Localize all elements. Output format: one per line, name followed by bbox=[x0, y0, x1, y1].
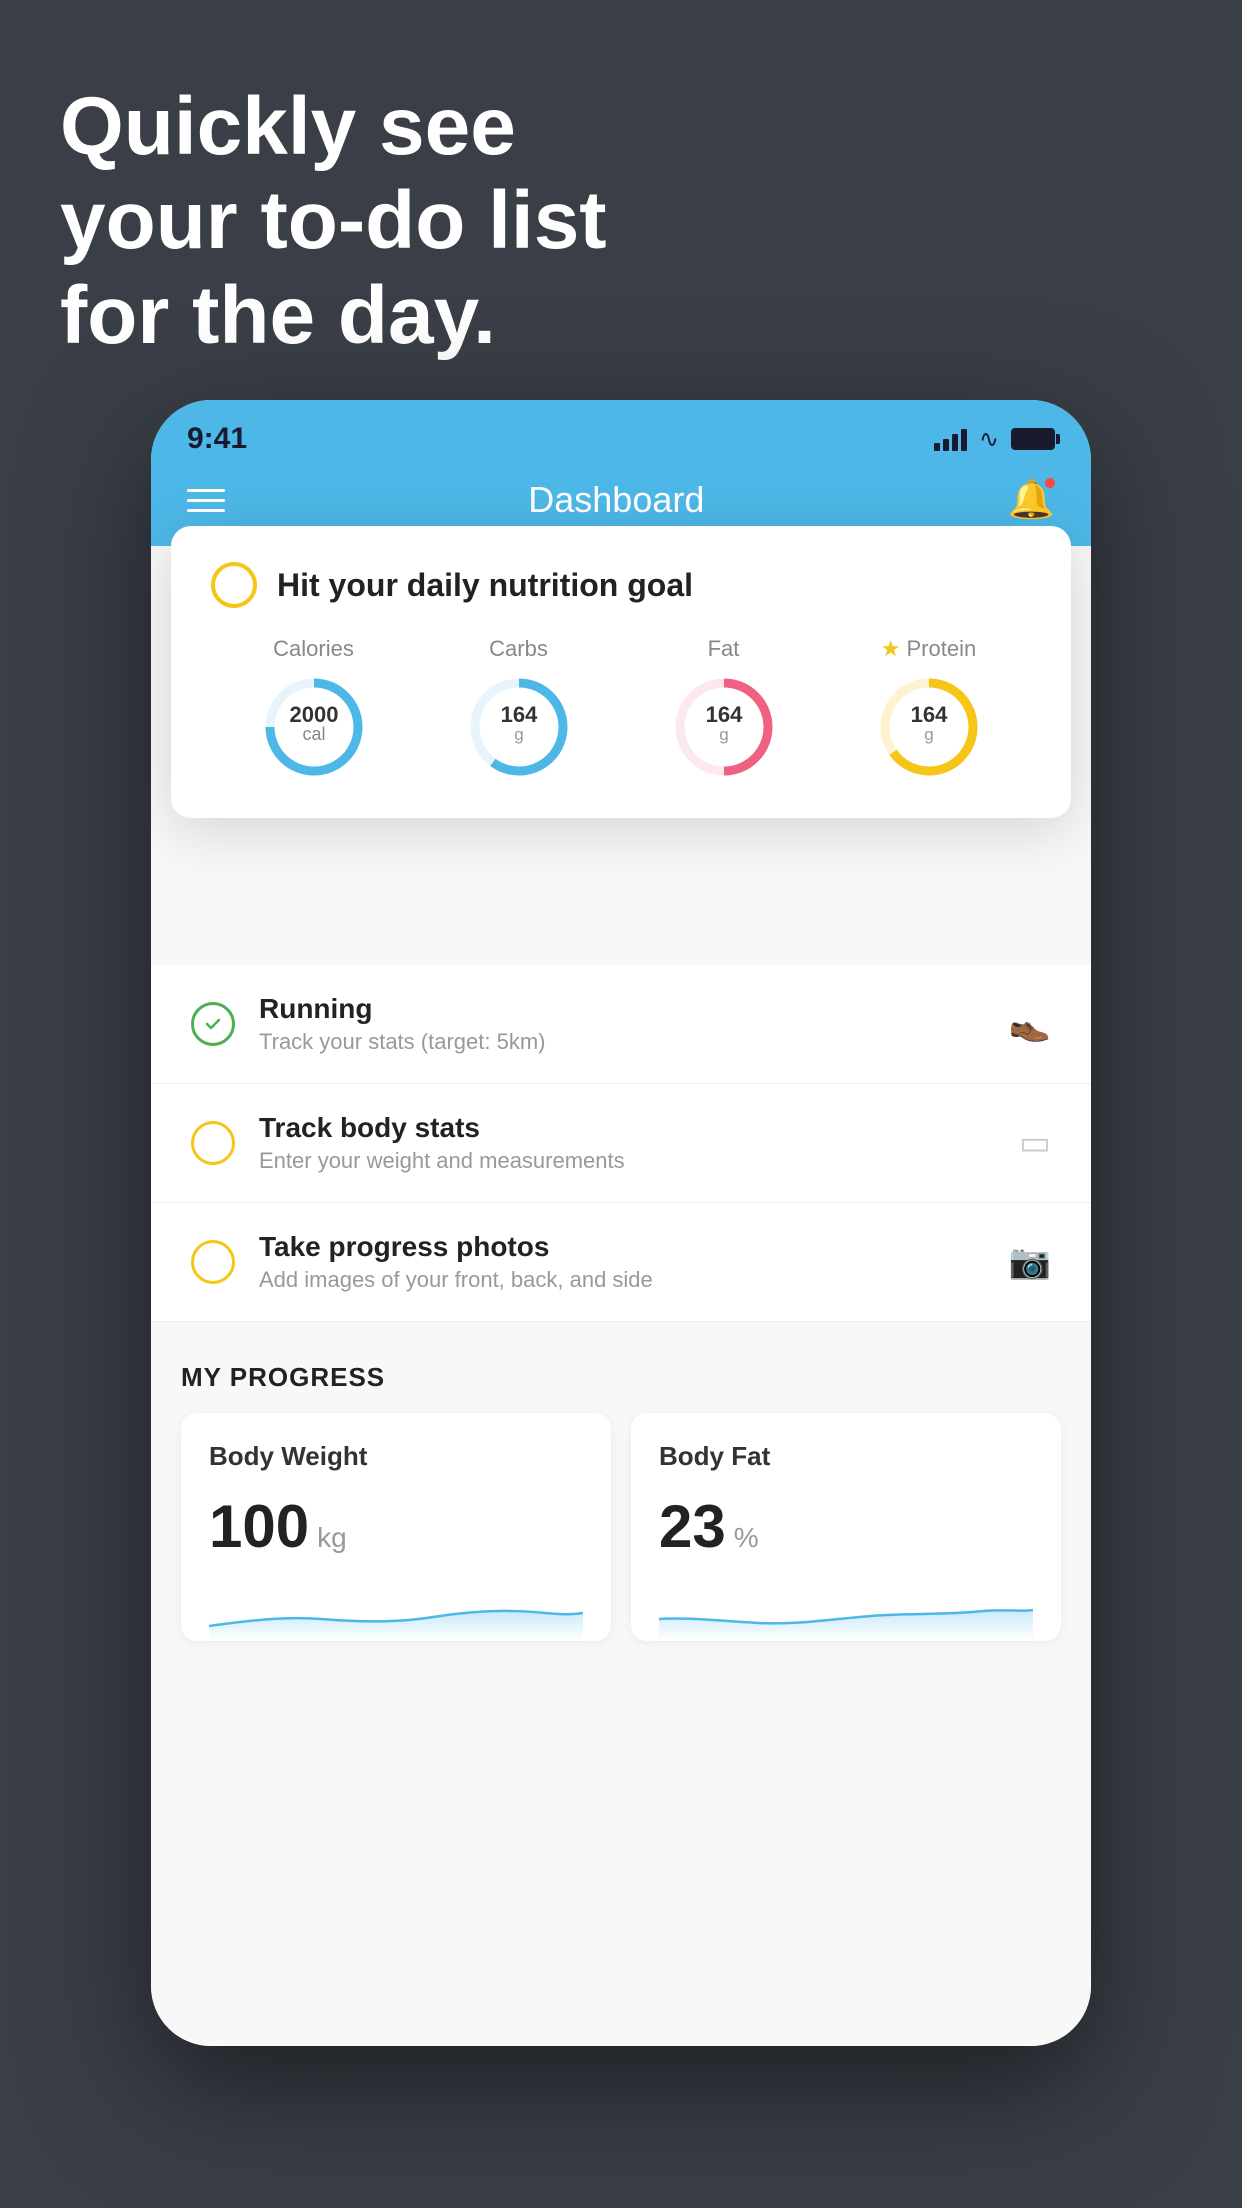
photo-icon: 📷 bbox=[1009, 1242, 1051, 1282]
body-stats-text-group: Track body stats Enter your weight and m… bbox=[259, 1112, 995, 1174]
calories-circle: 2000 cal bbox=[259, 672, 369, 782]
nutrition-calories: Calories 2000 cal bbox=[259, 636, 369, 782]
hero-line2: your to-do list bbox=[60, 174, 607, 268]
shoe-icon: 👞 bbox=[1009, 1004, 1051, 1044]
todo-list: Running Track your stats (target: 5km) 👞… bbox=[151, 965, 1091, 1322]
body-weight-value: 100 bbox=[209, 1492, 309, 1561]
progress-photos-title: Take progress photos bbox=[259, 1231, 985, 1263]
notification-bell[interactable]: 🔔 bbox=[1008, 478, 1055, 522]
status-icons: ∿ bbox=[934, 425, 1055, 454]
body-stats-check bbox=[191, 1121, 235, 1165]
check-mark-icon bbox=[203, 1014, 223, 1034]
svg-text:g: g bbox=[514, 725, 523, 744]
progress-section: MY PROGRESS Body Weight 100 kg bbox=[151, 1322, 1091, 1671]
carbs-label: Carbs bbox=[489, 636, 548, 662]
body-fat-unit: % bbox=[734, 1522, 759, 1554]
fat-label: Fat bbox=[708, 636, 740, 662]
body-fat-value-row: 23 % bbox=[659, 1492, 1033, 1561]
phone-screen: 9:41 ∿ Dashboard 🔔 bbox=[151, 400, 1091, 2046]
nutrition-fat: Fat 164 g bbox=[669, 636, 779, 782]
body-stats-subtitle: Enter your weight and measurements bbox=[259, 1148, 995, 1174]
body-fat-title: Body Fat bbox=[659, 1441, 1033, 1472]
signal-icon bbox=[934, 427, 967, 451]
svg-text:g: g bbox=[924, 725, 933, 744]
running-subtitle: Track your stats (target: 5km) bbox=[259, 1029, 985, 1055]
progress-photos-subtitle: Add images of your front, back, and side bbox=[259, 1267, 985, 1293]
body-fat-chart bbox=[659, 1581, 1033, 1641]
status-time: 9:41 bbox=[187, 422, 247, 456]
svg-text:164: 164 bbox=[705, 702, 742, 727]
nutrition-card: Hit your daily nutrition goal Calories 2… bbox=[171, 526, 1071, 818]
body-weight-card: Body Weight 100 kg bbox=[181, 1413, 611, 1641]
todo-item-running[interactable]: Running Track your stats (target: 5km) 👞 bbox=[151, 965, 1091, 1084]
todo-item-body-stats[interactable]: Track body stats Enter your weight and m… bbox=[151, 1084, 1091, 1203]
protein-label: ★ Protein bbox=[881, 636, 976, 662]
running-check bbox=[191, 1002, 235, 1046]
content-area: THINGS TO DO TODAY Hit your daily nutrit… bbox=[151, 546, 1091, 2046]
wifi-icon: ∿ bbox=[979, 425, 999, 454]
todo-item-progress-photos[interactable]: Take progress photos Add images of your … bbox=[151, 1203, 1091, 1322]
running-text-group: Running Track your stats (target: 5km) bbox=[259, 993, 985, 1055]
svg-text:164: 164 bbox=[500, 702, 537, 727]
header-title: Dashboard bbox=[528, 479, 704, 521]
nutrition-protein: ★ Protein 164 g bbox=[874, 636, 984, 782]
calories-label: Calories bbox=[273, 636, 354, 662]
body-fat-value: 23 bbox=[659, 1492, 726, 1561]
svg-text:g: g bbox=[719, 725, 728, 744]
running-title: Running bbox=[259, 993, 985, 1025]
body-weight-chart bbox=[209, 1581, 583, 1641]
progress-cards: Body Weight 100 kg bbox=[181, 1413, 1061, 1641]
body-weight-value-row: 100 kg bbox=[209, 1492, 583, 1561]
card-check-circle bbox=[211, 562, 257, 608]
card-title: Hit your daily nutrition goal bbox=[277, 567, 693, 604]
body-weight-title: Body Weight bbox=[209, 1441, 583, 1472]
card-header: Hit your daily nutrition goal bbox=[211, 562, 1031, 608]
star-icon: ★ bbox=[881, 636, 901, 662]
battery-icon bbox=[1011, 428, 1055, 450]
progress-photos-text-group: Take progress photos Add images of your … bbox=[259, 1231, 985, 1293]
status-bar: 9:41 ∿ bbox=[151, 400, 1091, 460]
svg-text:cal: cal bbox=[302, 724, 325, 744]
hero-line1: Quickly see bbox=[60, 80, 607, 174]
fat-circle: 164 g bbox=[669, 672, 779, 782]
svg-text:164: 164 bbox=[910, 702, 947, 727]
body-stats-title: Track body stats bbox=[259, 1112, 995, 1144]
protein-circle: 164 g bbox=[874, 672, 984, 782]
body-fat-card: Body Fat 23 % bbox=[631, 1413, 1061, 1641]
body-weight-unit: kg bbox=[317, 1522, 347, 1554]
nutrition-carbs: Carbs 164 g bbox=[464, 636, 574, 782]
carbs-circle: 164 g bbox=[464, 672, 574, 782]
hero-line3: for the day. bbox=[60, 269, 607, 363]
hero-text: Quickly see your to-do list for the day. bbox=[60, 80, 607, 363]
notification-badge bbox=[1043, 476, 1057, 490]
hamburger-menu[interactable] bbox=[187, 489, 225, 512]
progress-section-title: MY PROGRESS bbox=[181, 1362, 1061, 1393]
nutrition-row: Calories 2000 cal Carbs bbox=[211, 636, 1031, 782]
phone-mockup: 9:41 ∿ Dashboard 🔔 bbox=[151, 400, 1091, 2046]
scale-icon: ▭ bbox=[1019, 1123, 1051, 1163]
progress-photos-check bbox=[191, 1240, 235, 1284]
